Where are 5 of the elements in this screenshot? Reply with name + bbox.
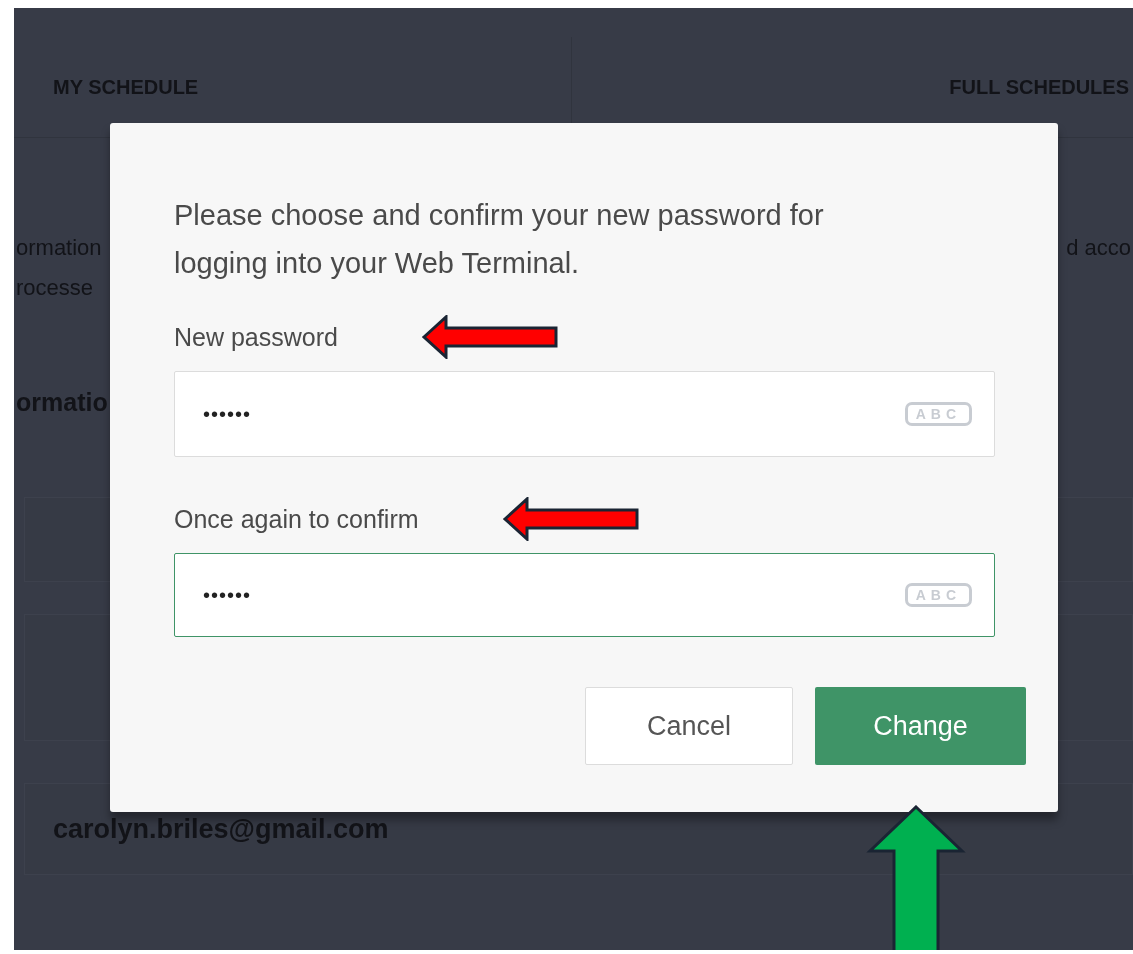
field-label: Once again to confirm bbox=[174, 504, 419, 534]
dialog-message: Please choose and confirm your new password for logging into your Web Terminal. bbox=[174, 198, 825, 281]
cancel-button[interactable]: Cancel bbox=[585, 687, 793, 765]
change-button[interactable]: Change bbox=[815, 687, 1026, 765]
field-label: New password bbox=[174, 322, 338, 352]
